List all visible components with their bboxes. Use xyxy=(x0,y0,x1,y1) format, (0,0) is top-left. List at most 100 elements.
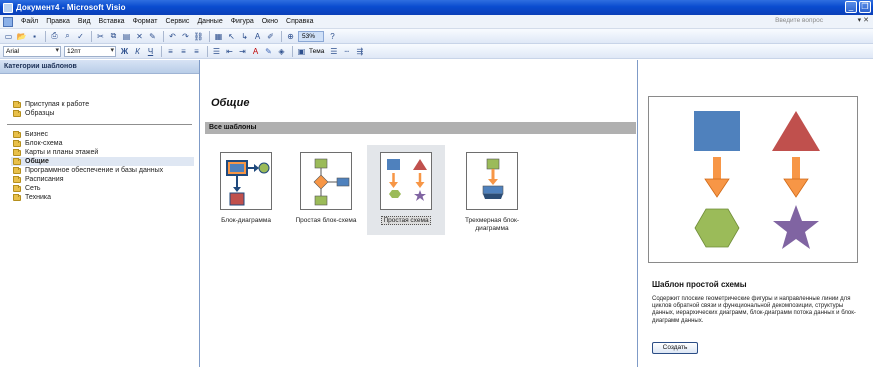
folder-icon xyxy=(13,166,21,174)
category-schedules[interactable]: Расписания xyxy=(13,175,199,184)
category-label: Приступая к работе xyxy=(25,101,90,108)
align-center-icon[interactable]: ≡ xyxy=(178,46,189,57)
undo-icon[interactable]: ↶ xyxy=(167,31,178,42)
font-size-select[interactable]: 12пт xyxy=(64,45,116,57)
folder-icon xyxy=(13,157,21,165)
line-ends-icon[interactable]: ⇶ xyxy=(354,46,365,57)
line-weight-icon[interactable]: ☰ xyxy=(328,46,339,57)
menu-format[interactable]: Формат xyxy=(129,18,162,25)
open-icon[interactable]: 📂 xyxy=(16,31,27,42)
template-basic-flowchart[interactable]: Простая блок-схема xyxy=(287,145,365,235)
template-preview-panel: Шаблон простой схемы Содержит плоские ге… xyxy=(637,60,873,367)
category-maps-floorplans[interactable]: Карты и планы этажей xyxy=(13,148,199,157)
categories-list: Бизнес Блок-схема Карты и планы этажей О… xyxy=(0,130,199,202)
menu-shape[interactable]: Фигура xyxy=(227,18,258,25)
toolbar-separator xyxy=(207,45,208,57)
preview-star xyxy=(773,205,819,249)
folder-icon xyxy=(13,109,21,117)
close-document-icon[interactable]: ▾ ✕ xyxy=(858,16,869,24)
hyperlink-icon[interactable]: ⛓ xyxy=(193,31,204,42)
menu-help[interactable]: Справка xyxy=(282,18,317,25)
template-label: Простая блок-схема xyxy=(295,217,357,224)
copy-icon[interactable]: ⧉ xyxy=(108,31,119,42)
fill-color-icon[interactable]: ◈ xyxy=(276,46,287,57)
decrease-indent-icon[interactable]: ⇤ xyxy=(224,46,235,57)
3d-block-diagram-icon xyxy=(466,152,518,210)
new-icon[interactable]: ▭ xyxy=(3,31,14,42)
shapes-icon[interactable]: ▦ xyxy=(213,31,224,42)
create-button[interactable]: Создать xyxy=(652,342,698,354)
menu-file[interactable]: Файл xyxy=(17,18,42,25)
align-right-icon[interactable]: ≡ xyxy=(191,46,202,57)
folder-icon xyxy=(13,175,21,183)
category-engineering[interactable]: Техника xyxy=(13,193,199,202)
menu-window[interactable]: Окно xyxy=(258,18,282,25)
align-left-icon[interactable]: ≡ xyxy=(165,46,176,57)
italic-icon[interactable]: К xyxy=(132,46,143,57)
print-icon[interactable]: ⎙ xyxy=(49,31,60,42)
folder-icon xyxy=(13,130,21,138)
category-general[interactable]: Общие xyxy=(11,157,194,166)
preview-arrow-left xyxy=(704,178,730,198)
preview-hexagon xyxy=(694,208,740,248)
category-business[interactable]: Бизнес xyxy=(13,130,199,139)
underline-icon[interactable]: Ч xyxy=(145,46,156,57)
theme-label[interactable]: Тема xyxy=(309,48,324,55)
template-description: Содержит плоские геометрические фигуры и… xyxy=(652,296,856,324)
font-color-icon[interactable]: A xyxy=(250,46,261,57)
format-painter-icon[interactable]: ✎ xyxy=(147,31,158,42)
preview-triangle xyxy=(772,111,820,151)
font-name-select[interactable]: Arial xyxy=(3,45,61,57)
line-color-icon[interactable]: ✎ xyxy=(263,46,274,57)
theme-icon[interactable]: ▣ xyxy=(296,46,307,57)
menu-insert[interactable]: Вставка xyxy=(95,18,129,25)
pointer-tool-icon[interactable]: ↖ xyxy=(226,31,237,42)
zoom-icon[interactable]: ⊕ xyxy=(285,31,296,42)
folder-icon xyxy=(13,193,21,201)
template-3d-block-diagram[interactable]: Трехмерная блок-диаграмма xyxy=(453,145,531,235)
toolbar-separator xyxy=(161,45,162,57)
paste-icon[interactable]: ▤ xyxy=(121,31,132,42)
restore-button[interactable]: ❐ xyxy=(859,1,871,13)
page-title: Общие xyxy=(211,97,250,109)
category-software-databases[interactable]: Программное обеспечение и базы данных xyxy=(13,166,199,175)
text-tool-icon[interactable]: A xyxy=(252,31,263,42)
bold-icon[interactable]: Ж xyxy=(119,46,130,57)
bullets-icon[interactable]: ☰ xyxy=(211,46,222,57)
category-label: Образцы xyxy=(25,110,55,117)
visio-app-icon[interactable] xyxy=(3,2,13,13)
connector-tool-icon[interactable]: ↳ xyxy=(239,31,250,42)
save-icon[interactable]: ▪ xyxy=(29,31,40,42)
folder-icon xyxy=(13,139,21,147)
menu-data[interactable]: Данные xyxy=(193,18,226,25)
template-preview-image xyxy=(648,96,858,263)
delete-icon[interactable]: ✕ xyxy=(134,31,145,42)
category-samples[interactable]: Образцы xyxy=(13,109,199,118)
spelling-icon[interactable]: ✓ xyxy=(75,31,86,42)
print-preview-icon[interactable]: ⌕ xyxy=(62,31,73,42)
document-icon[interactable] xyxy=(3,16,13,27)
category-getting-started[interactable]: Приступая к работе xyxy=(13,100,199,109)
category-label: Блок-схема xyxy=(25,140,63,147)
ink-icon[interactable]: ✐ xyxy=(265,31,276,42)
minimize-button[interactable]: _ xyxy=(845,1,857,13)
template-block-diagram[interactable]: Блок-диаграмма xyxy=(207,145,285,235)
category-network[interactable]: Сеть xyxy=(13,184,199,193)
cut-icon[interactable]: ✂ xyxy=(95,31,106,42)
toolbar-separator xyxy=(209,30,210,42)
redo-icon[interactable]: ↷ xyxy=(180,31,191,42)
menu-view[interactable]: Вид xyxy=(74,18,95,25)
toolbar-separator xyxy=(292,45,293,57)
category-flowchart[interactable]: Блок-схема xyxy=(13,139,199,148)
help-question-input[interactable]: Введите вопрос xyxy=(775,17,823,24)
template-basic-diagram[interactable]: Простая схема xyxy=(367,145,445,235)
folder-icon xyxy=(13,100,21,108)
category-label: Расписания xyxy=(25,176,64,183)
zoom-select[interactable]: 53% xyxy=(298,30,325,42)
help-icon[interactable]: ? xyxy=(327,31,338,42)
line-pattern-icon[interactable]: ┄ xyxy=(341,46,352,57)
increase-indent-icon[interactable]: ⇥ xyxy=(237,46,248,57)
preview-square xyxy=(694,111,740,151)
menu-tools[interactable]: Сервис xyxy=(161,18,193,25)
menu-edit[interactable]: Правка xyxy=(42,18,74,25)
